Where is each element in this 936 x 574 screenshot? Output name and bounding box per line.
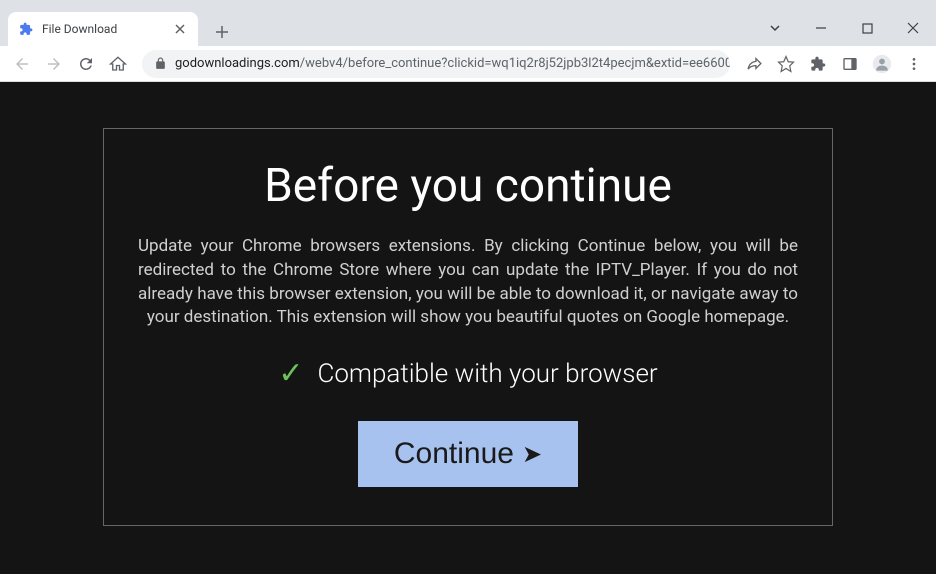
url-domain: godownloadings.com bbox=[175, 56, 300, 71]
before-continue-card: Before you continue Update your Chrome b… bbox=[103, 128, 833, 526]
profile-icon[interactable] bbox=[868, 50, 896, 78]
tab-title: File Download bbox=[42, 22, 172, 36]
minimize-button[interactable] bbox=[798, 10, 844, 46]
menu-icon[interactable] bbox=[900, 50, 928, 78]
forward-button[interactable] bbox=[40, 50, 68, 78]
continue-button[interactable]: Continue ➤ bbox=[358, 421, 578, 487]
close-tab-icon[interactable] bbox=[172, 21, 188, 37]
address-bar[interactable]: godownloadings.com /webv4/before_continu… bbox=[142, 50, 730, 78]
puzzle-icon bbox=[18, 21, 34, 37]
sidepanel-icon[interactable] bbox=[836, 50, 864, 78]
browser-toolbar: godownloadings.com /webv4/before_continu… bbox=[0, 46, 936, 82]
browser-tab[interactable]: File Download bbox=[8, 12, 198, 46]
new-tab-button[interactable] bbox=[208, 18, 236, 46]
page-content: Before you continue Update your Chrome b… bbox=[0, 82, 936, 574]
reload-button[interactable] bbox=[72, 50, 100, 78]
chevron-down-icon[interactable] bbox=[752, 10, 798, 46]
lock-icon bbox=[154, 57, 167, 70]
extensions-icon[interactable] bbox=[804, 50, 832, 78]
page-title: Before you continue bbox=[138, 159, 798, 213]
continue-label: Continue bbox=[394, 437, 514, 471]
window-titlebar bbox=[0, 0, 936, 10]
share-icon[interactable] bbox=[740, 50, 768, 78]
close-window-button[interactable] bbox=[890, 10, 936, 46]
bookmark-icon[interactable] bbox=[772, 50, 800, 78]
back-button[interactable] bbox=[8, 50, 36, 78]
home-button[interactable] bbox=[104, 50, 132, 78]
maximize-button[interactable] bbox=[844, 10, 890, 46]
arrow-right-icon: ➤ bbox=[522, 440, 542, 469]
tab-strip: File Download bbox=[0, 10, 936, 46]
compatibility-row: ✓ Compatible with your browser bbox=[138, 356, 798, 391]
window-controls bbox=[752, 10, 936, 46]
compatibility-text: Compatible with your browser bbox=[317, 359, 657, 389]
checkmark-icon: ✓ bbox=[278, 356, 303, 391]
page-description: Update your Chrome browsers extensions. … bbox=[138, 235, 798, 330]
url-path: /webv4/before_continue?clickid=wq1iq2r8j… bbox=[300, 56, 730, 71]
